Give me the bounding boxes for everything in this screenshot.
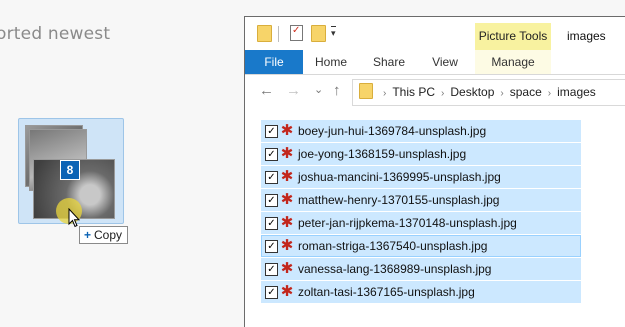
image-file-icon: ✱ [280, 191, 294, 208]
forward-arrow-icon[interactable]: → [286, 82, 301, 100]
window-title: images [567, 29, 606, 43]
breadcrumb-separator[interactable]: › [500, 88, 503, 99]
file-name: matthew-henry-1370155-unsplash.jpg [298, 193, 500, 207]
file-name: peter-jan-rijpkema-1370148-unsplash.jpg [298, 216, 517, 230]
navigation-bar: ← → ⌄ ↑ › This PC › Desktop › space › images [245, 75, 625, 109]
recent-locations-chevron-icon[interactable]: ⌄ [314, 81, 323, 99]
row-checkbox[interactable]: ✓ [265, 171, 278, 184]
row-checkbox[interactable]: ✓ [265, 286, 278, 299]
drag-copy-tooltip: + Copy [79, 226, 129, 244]
image-file-icon: ✱ [280, 260, 294, 277]
row-checkbox[interactable]: ✓ [265, 125, 278, 138]
row-checkbox[interactable]: ✓ [265, 263, 278, 276]
row-checkbox[interactable]: ✓ [265, 217, 278, 230]
folder-icon [359, 83, 373, 99]
row-checkbox[interactable]: ✓ [265, 148, 278, 161]
tab-manage[interactable]: Manage [475, 50, 551, 74]
breadcrumb-images[interactable]: images [557, 85, 596, 99]
up-arrow-icon[interactable]: ↑ [333, 82, 341, 100]
file-row[interactable]: ✓ ✱ joshua-mancini-1369995-unsplash.jpg [261, 166, 581, 188]
toolbar-divider [278, 26, 279, 42]
image-file-icon: ✱ [280, 237, 294, 254]
image-file-icon: ✱ [280, 122, 294, 139]
breadcrumb-desktop[interactable]: Desktop [450, 85, 494, 99]
file-row[interactable]: ✓ ✱ vanessa-lang-1368989-unsplash.jpg [261, 258, 581, 280]
file-row[interactable]: ✓ ✱ peter-jan-rijpkema-1370148-unsplash.… [261, 212, 581, 234]
breadcrumb-this-pc[interactable]: This PC [392, 85, 435, 99]
image-file-icon: ✱ [280, 168, 294, 185]
tab-home[interactable]: Home [303, 50, 359, 74]
file-name: boey-jun-hui-1369784-unsplash.jpg [298, 124, 487, 138]
tab-share[interactable]: Share [359, 50, 419, 74]
file-row[interactable]: ✓ ✱ joe-yong-1368159-unsplash.jpg [261, 143, 581, 165]
file-name: roman-striga-1367540-unsplash.jpg [298, 239, 488, 253]
file-name: vanessa-lang-1368989-unsplash.jpg [298, 262, 492, 276]
file-row[interactable]: ✓ ✱ roman-striga-1367540-unsplash.jpg [261, 235, 581, 257]
breadcrumb-space[interactable]: space [510, 85, 542, 99]
file-list: ✓ ✱ boey-jun-hui-1369784-unsplash.jpg ✓ … [261, 120, 581, 304]
file-row[interactable]: ✓ ✱ zoltan-tasi-1367165-unsplash.jpg [261, 281, 581, 303]
tab-view[interactable]: View [419, 50, 471, 74]
file-row[interactable]: ✓ ✱ matthew-henry-1370155-unsplash.jpg [261, 189, 581, 211]
file-explorer-window: ▾ Picture Tools images File Home Share V… [244, 16, 625, 327]
properties-icon[interactable] [290, 25, 303, 46]
file-name: zoltan-tasi-1367165-unsplash.jpg [298, 285, 475, 299]
row-checkbox[interactable]: ✓ [265, 240, 278, 253]
folder-icon[interactable] [257, 25, 272, 47]
tab-file[interactable]: File [245, 50, 303, 74]
breadcrumb-separator[interactable]: › [441, 88, 444, 99]
address-bar[interactable]: › This PC › Desktop › space › images [352, 79, 625, 106]
breadcrumb-separator[interactable]: › [548, 88, 551, 99]
ribbon-tabs: File Home Share View Manage [245, 50, 625, 75]
file-row[interactable]: ✓ ✱ boey-jun-hui-1369784-unsplash.jpg [261, 120, 581, 142]
image-file-icon: ✱ [280, 145, 294, 162]
breadcrumb-separator[interactable]: › [383, 88, 386, 99]
quick-access-toolbar: ▾ Picture Tools images [245, 17, 625, 50]
back-arrow-icon[interactable]: ← [259, 82, 274, 100]
picture-tools-label: Picture Tools [475, 23, 551, 50]
copy-label: Copy [94, 228, 123, 242]
drag-count-badge: 8 [60, 160, 80, 180]
file-name: joe-yong-1368159-unsplash.jpg [298, 147, 467, 161]
row-checkbox[interactable]: ✓ [265, 194, 278, 207]
sort-heading: orted newest [0, 24, 111, 44]
image-file-icon: ✱ [280, 214, 294, 231]
new-folder-icon[interactable] [311, 25, 326, 47]
plus-icon: + [84, 228, 92, 242]
image-file-icon: ✱ [280, 283, 294, 300]
customize-toolbar-dropdown[interactable]: ▾ [331, 26, 336, 38]
file-name: joshua-mancini-1369995-unsplash.jpg [298, 170, 501, 184]
mouse-pointer-icon [68, 208, 80, 228]
